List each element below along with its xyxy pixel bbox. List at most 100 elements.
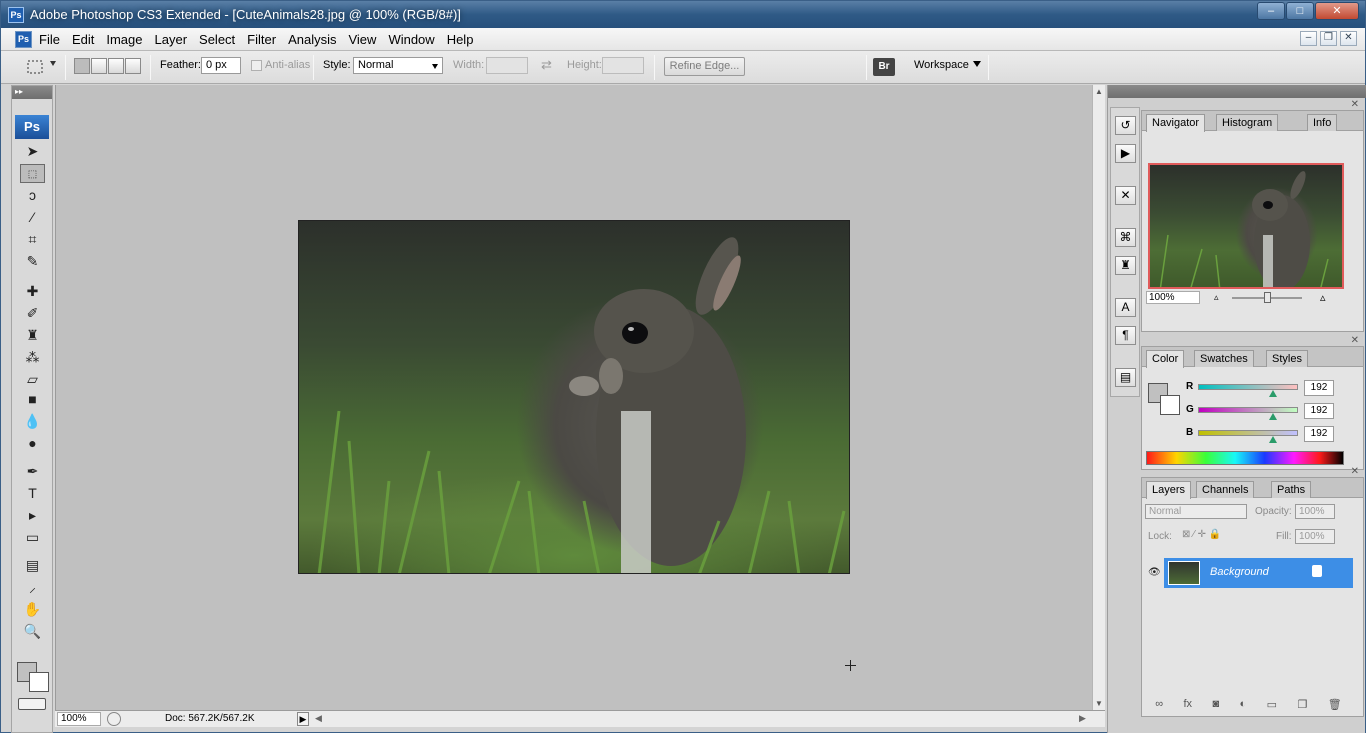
- path-selection-tool-icon[interactable]: ▸: [20, 506, 45, 525]
- lock-icons[interactable]: ⊠ ⁄ ✛ 🔒: [1182, 529, 1221, 540]
- scroll-right-icon[interactable]: ▶: [1079, 713, 1086, 724]
- photoshop-logo[interactable]: Ps: [15, 115, 49, 139]
- scroll-down-icon[interactable]: ▼: [1095, 699, 1103, 708]
- channel-value-r[interactable]: 192: [1304, 380, 1334, 396]
- paragraph-panel-icon[interactable]: ¶: [1115, 326, 1136, 345]
- menu-edit[interactable]: Edit: [72, 32, 101, 47]
- menu-file[interactable]: File: [39, 32, 67, 47]
- maximize-button[interactable]: □: [1286, 2, 1314, 20]
- status-menu-button[interactable]: ▶: [297, 712, 309, 726]
- brushes-panel-icon[interactable]: ⌘: [1115, 228, 1136, 247]
- scroll-up-icon[interactable]: ▲: [1095, 87, 1103, 96]
- channel-slider-r[interactable]: [1198, 384, 1298, 390]
- magic-wand-tool-icon[interactable]: ⁄: [20, 208, 45, 227]
- menu-image[interactable]: Image: [106, 32, 149, 47]
- pen-tool-icon[interactable]: ✒: [20, 462, 45, 481]
- history-brush-tool-icon[interactable]: ⁂: [20, 348, 45, 367]
- type-tool-icon[interactable]: T: [20, 484, 45, 503]
- tab-navigator[interactable]: Navigator: [1146, 114, 1206, 132]
- quick-mask-icon[interactable]: [18, 698, 46, 710]
- history-panel-icon[interactable]: ↺: [1115, 116, 1136, 135]
- menu-analysis[interactable]: Analysis: [288, 32, 343, 47]
- minimize-button[interactable]: –: [1257, 2, 1285, 20]
- layer-style-icon[interactable]: fx: [1183, 698, 1192, 714]
- marquee-tool-icon[interactable]: ⬚: [20, 164, 45, 183]
- preset-dropdown-icon[interactable]: [50, 61, 56, 66]
- close-button[interactable]: ✕: [1315, 2, 1359, 20]
- clone-source-panel-icon[interactable]: ♜: [1115, 256, 1136, 275]
- menu-filter[interactable]: Filter: [247, 32, 283, 47]
- dodge-tool-icon[interactable]: ●: [20, 434, 45, 453]
- scroll-left-icon[interactable]: ◀: [315, 713, 322, 724]
- channel-handle-g[interactable]: [1269, 413, 1278, 420]
- channel-slider-b[interactable]: [1198, 430, 1298, 436]
- navigator-thumbnail[interactable]: [1148, 163, 1344, 289]
- layer-row-background[interactable]: Background: [1164, 558, 1353, 588]
- notes-tool-icon[interactable]: ▤: [20, 556, 45, 575]
- workspace-menu[interactable]: Workspace: [914, 59, 981, 71]
- move-tool-icon[interactable]: ➤: [20, 142, 45, 161]
- zoom-in-icon[interactable]: ▵: [1320, 291, 1326, 304]
- bridge-icon[interactable]: Br: [873, 58, 895, 76]
- tab-info[interactable]: Info: [1307, 114, 1338, 131]
- subtract-selection-icon[interactable]: [108, 58, 124, 74]
- adjustment-layer-icon[interactable]: ◐: [1240, 698, 1247, 714]
- panel-close-icon[interactable]: ✕: [1351, 99, 1359, 110]
- new-selection-icon[interactable]: [74, 58, 90, 74]
- opacity-input[interactable]: 100%: [1295, 504, 1335, 519]
- crop-tool-icon[interactable]: ⌗: [20, 230, 45, 249]
- zoom-out-icon[interactable]: ▵: [1214, 292, 1219, 303]
- channel-slider-g[interactable]: [1198, 407, 1298, 413]
- hand-tool-icon[interactable]: ✋: [20, 600, 45, 619]
- visibility-eye-icon[interactable]: 👁: [1148, 567, 1161, 578]
- slice-tool-icon[interactable]: ✎: [20, 252, 45, 271]
- zoom-tool-icon[interactable]: 🔍: [20, 622, 45, 641]
- height-input[interactable]: [602, 57, 644, 74]
- character-panel-icon[interactable]: A: [1115, 298, 1136, 317]
- color-background-swatch[interactable]: [1160, 395, 1180, 415]
- add-selection-icon[interactable]: [91, 58, 107, 74]
- shape-tool-icon[interactable]: ▭: [20, 528, 45, 547]
- color-spectrum-bar[interactable]: [1146, 451, 1344, 465]
- channel-value-g[interactable]: 192: [1304, 403, 1334, 419]
- menu-help[interactable]: Help: [447, 32, 481, 47]
- eyedropper-tool-icon[interactable]: ⸝: [20, 578, 45, 597]
- tab-layers[interactable]: Layers: [1146, 481, 1192, 499]
- new-group-icon[interactable]: ▭: [1267, 698, 1277, 714]
- panel-close-icon[interactable]: ✕: [1351, 335, 1359, 346]
- menu-layer[interactable]: Layer: [155, 32, 195, 47]
- blur-tool-icon[interactable]: 💧: [20, 412, 45, 431]
- zoom-level-input[interactable]: 100%: [57, 712, 101, 726]
- vertical-scrollbar[interactable]: ▲ ▼: [1092, 85, 1105, 710]
- link-layers-icon[interactable]: ∞: [1155, 698, 1163, 714]
- gradient-tool-icon[interactable]: ■: [20, 390, 45, 409]
- antialias-checkbox[interactable]: [251, 60, 262, 71]
- new-layer-icon[interactable]: ❐: [1297, 698, 1307, 714]
- navigator-zoom-handle[interactable]: [1264, 292, 1271, 303]
- refine-edge-button[interactable]: Refine Edge...: [664, 57, 745, 76]
- blend-mode-select[interactable]: Normal: [1145, 504, 1247, 519]
- layer-mask-icon[interactable]: ◙: [1212, 698, 1219, 714]
- zoom-reset-icon[interactable]: [107, 712, 121, 726]
- dock-header[interactable]: [1108, 85, 1366, 98]
- layer-comps-panel-icon[interactable]: ▤: [1115, 368, 1136, 387]
- width-input[interactable]: [486, 57, 528, 74]
- brush-tool-icon[interactable]: ✐: [20, 304, 45, 323]
- channel-handle-r[interactable]: [1269, 390, 1278, 397]
- doc-minimize-button[interactable]: –: [1300, 31, 1317, 46]
- marquee-preset-icon[interactable]: [26, 58, 46, 76]
- toolbox-collapse-icon[interactable]: ▸▸: [12, 86, 52, 99]
- style-select[interactable]: Normal: [353, 57, 443, 74]
- tab-histogram[interactable]: Histogram: [1216, 114, 1279, 131]
- swap-icon[interactable]: ⇄: [541, 57, 552, 73]
- document-canvas[interactable]: ▲ ▼: [55, 85, 1105, 710]
- tab-paths[interactable]: Paths: [1271, 481, 1312, 498]
- navigator-zoom-input[interactable]: 100%: [1146, 291, 1200, 304]
- delete-layer-icon[interactable]: 🗑: [1328, 698, 1342, 714]
- panel-close-icon[interactable]: ✕: [1351, 466, 1359, 477]
- bunny-photo[interactable]: [298, 220, 850, 574]
- tool-presets-panel-icon[interactable]: ✕: [1115, 186, 1136, 205]
- tab-color[interactable]: Color: [1146, 350, 1185, 368]
- tab-channels[interactable]: Channels: [1196, 481, 1255, 498]
- document-icon[interactable]: Ps: [15, 31, 32, 48]
